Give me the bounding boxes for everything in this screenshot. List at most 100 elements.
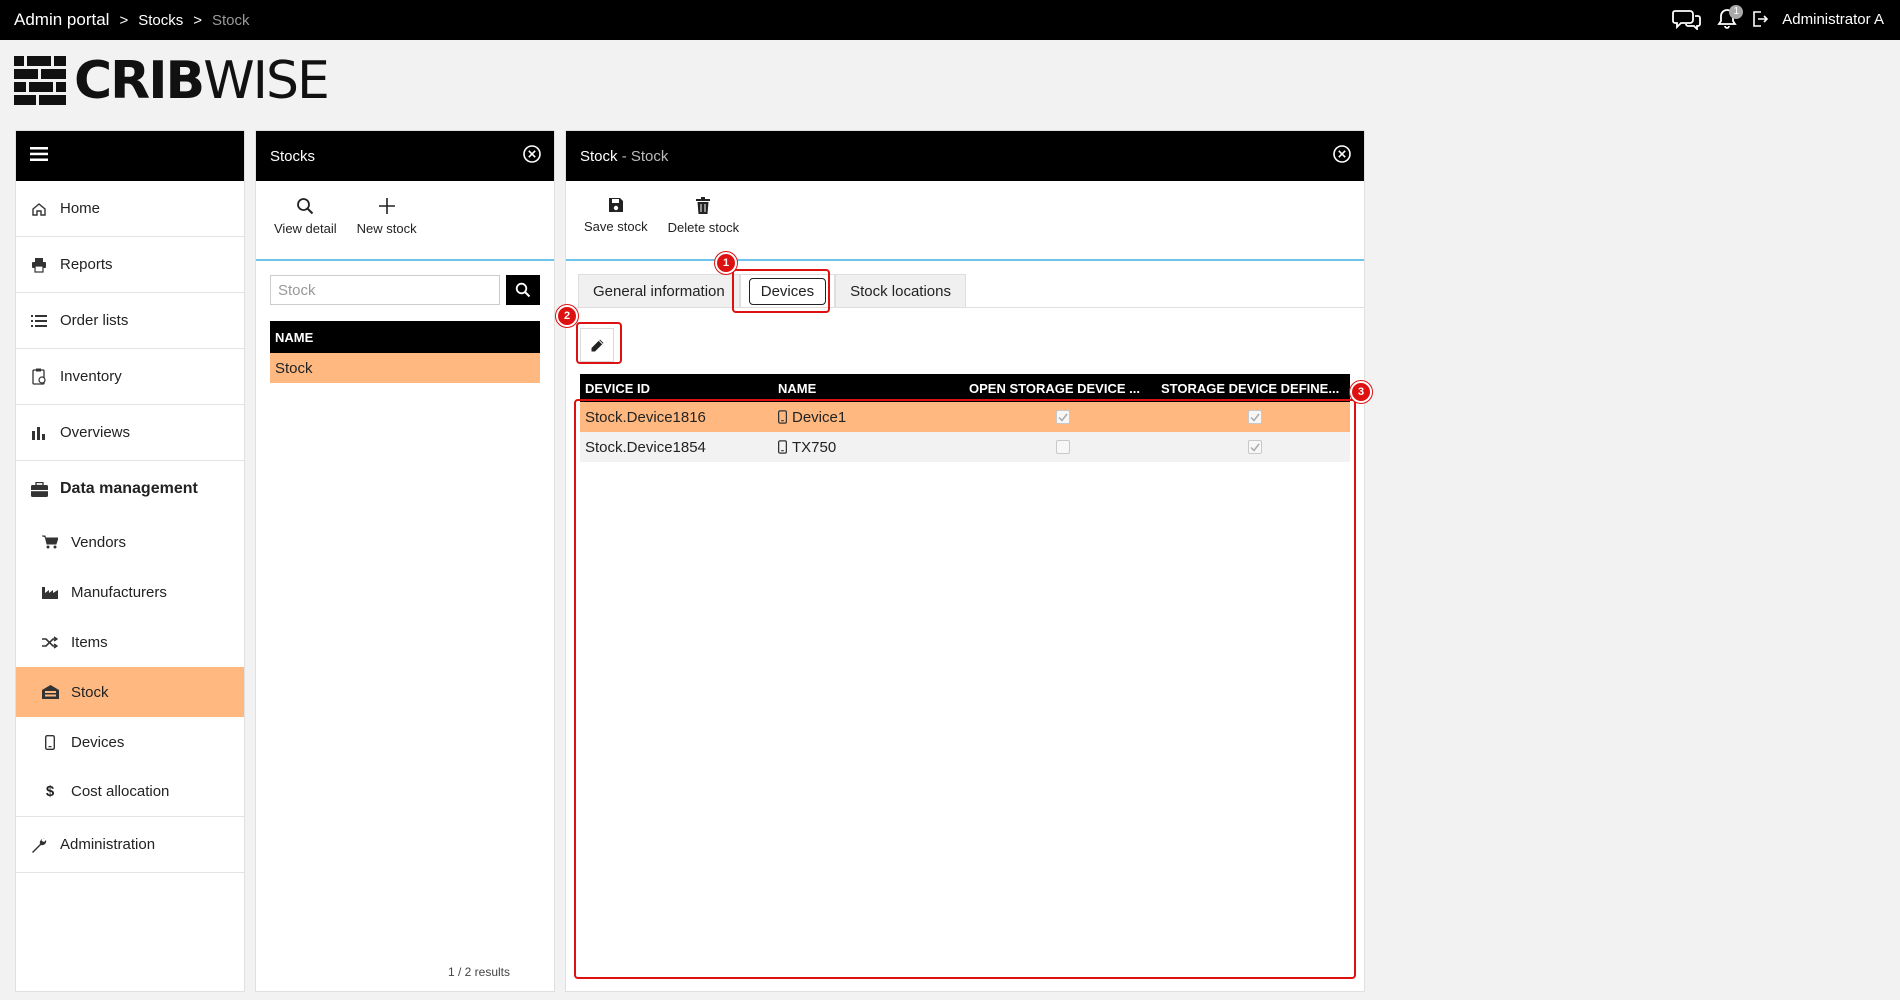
tab-devices[interactable]: Devices — [739, 274, 836, 308]
open-storage-cell — [966, 410, 1158, 424]
briefcase-icon — [30, 480, 48, 498]
close-icon[interactable] — [522, 144, 542, 168]
shuffle-icon — [41, 633, 59, 651]
breadcrumb-current: Stock — [211, 11, 250, 29]
hamburger-menu-icon[interactable] — [30, 146, 48, 166]
column-header-device-id[interactable]: DEVICE ID — [580, 381, 773, 396]
stocks-list: NAME Stock — [270, 321, 540, 383]
factory-icon — [41, 583, 59, 601]
logo-mark-icon — [14, 56, 66, 105]
view-detail-button[interactable]: View detail — [274, 197, 337, 236]
chat-icon[interactable] — [1672, 8, 1702, 30]
plus-icon — [378, 198, 395, 214]
sidebar-subitem-stock[interactable]: Stock — [16, 667, 244, 717]
grid-header: DEVICE ID NAME OPEN STORAGE DEVICE ... S… — [580, 374, 1350, 402]
device-name-cell: Device1 — [773, 409, 966, 426]
annotation-marker: 1 — [715, 252, 737, 274]
sidebar-header — [16, 131, 244, 181]
devices-grid: DEVICE ID NAME OPEN STORAGE DEVICE ... S… — [580, 374, 1350, 462]
annotation-marker: 3 — [1350, 381, 1372, 403]
stocks-panel-header: Stocks — [256, 131, 554, 181]
tab-general-information[interactable]: General information — [578, 274, 740, 308]
sidebar-subitem-label: Manufacturers — [71, 583, 167, 601]
notification-badge: 1 — [1729, 5, 1744, 19]
checkmark-icon — [1250, 413, 1260, 422]
search-input[interactable] — [270, 275, 500, 305]
stock-detail-panel: Stock - Stock Save stock Delete stock Ge… — [565, 130, 1365, 992]
printer-icon — [30, 256, 48, 274]
new-stock-button[interactable]: New stock — [357, 197, 417, 236]
sidebar-subitem-manufacturers[interactable]: Manufacturers — [16, 567, 244, 617]
checkmark-icon — [1250, 443, 1260, 452]
logout-icon[interactable] — [1752, 10, 1769, 28]
open-storage-checkbox[interactable] — [1056, 440, 1070, 454]
close-icon[interactable] — [1332, 144, 1352, 168]
sidebar-item-order-lists[interactable]: Order lists — [16, 293, 244, 349]
sidebar-subitem-devices[interactable]: Devices — [16, 717, 244, 767]
breadcrumb-separator: > — [193, 11, 202, 29]
results-count: 1 / 2 results — [447, 965, 510, 979]
sidebar-subitem-label: Cost allocation — [71, 783, 170, 800]
open-storage-cell — [966, 440, 1158, 454]
column-header-name[interactable]: NAME — [270, 321, 540, 353]
annotation-marker: 2 — [556, 305, 578, 327]
open-storage-checkbox[interactable] — [1056, 410, 1070, 424]
wrench-icon — [30, 836, 48, 854]
list-icon — [30, 312, 48, 330]
sidebar-item-home[interactable]: Home — [16, 181, 244, 237]
tabs: General information Devices Stock locati… — [578, 274, 966, 308]
column-header-storage-defined[interactable]: STORAGE DEVICE DEFINE... — [1158, 381, 1350, 396]
mobile-icon — [41, 733, 59, 751]
storage-defined-checkbox[interactable] — [1248, 410, 1262, 424]
table-row[interactable]: Stock.Device1816 Device1 — [580, 402, 1350, 432]
logo: CRIBWISE — [14, 51, 330, 111]
search-icon — [297, 198, 314, 215]
tab-stock-locations[interactable]: Stock locations — [835, 274, 966, 308]
sidebar-subitem-label: Vendors — [71, 533, 127, 551]
logo-wordmark: CRIBWISE — [74, 51, 330, 111]
column-header-name[interactable]: NAME — [773, 381, 966, 396]
storage-defined-cell — [1158, 410, 1350, 424]
mobile-icon — [778, 410, 787, 424]
sidebar-subitem-label: Devices — [71, 733, 125, 751]
sidebar-item-label: Home — [60, 200, 101, 217]
sidebar-item-label: Overviews — [60, 424, 131, 441]
sidebar-item-label: Data management — [60, 480, 198, 497]
user-name[interactable]: Administrator A — [1782, 11, 1884, 28]
checkmark-icon — [1058, 413, 1068, 422]
storage-defined-cell — [1158, 440, 1350, 454]
breadcrumb-admin-portal[interactable]: Admin portal — [14, 10, 109, 30]
panel-title: Stocks — [270, 147, 316, 165]
dollar-icon: $ — [45, 783, 55, 800]
sidebar-item-label: Order lists — [60, 312, 129, 329]
search-button[interactable] — [506, 275, 540, 305]
sidebar-item-data-management[interactable]: Data management — [16, 461, 244, 517]
device-name-cell: TX750 — [773, 439, 966, 456]
sidebar-item-overviews[interactable]: Overviews — [16, 405, 244, 461]
notification-bell-icon[interactable]: 1 — [1716, 5, 1744, 30]
breadcrumb-stocks[interactable]: Stocks — [138, 12, 183, 29]
save-stock-button[interactable]: Save stock — [584, 197, 648, 234]
home-icon — [30, 200, 48, 218]
view-detail-label: View detail — [274, 221, 337, 236]
sidebar-item-administration[interactable]: Administration — [16, 817, 244, 873]
sidebar-item-inventory[interactable]: Inventory — [16, 349, 244, 405]
sidebar-subitem-cost-allocation[interactable]: $ Cost allocation — [16, 767, 244, 817]
stocks-panel: Stocks View detail New stock NAME Stock … — [255, 130, 555, 992]
table-row[interactable]: Stock.Device1854 TX750 — [580, 432, 1350, 462]
sidebar-item-reports[interactable]: Reports — [16, 237, 244, 293]
floppy-disk-icon — [608, 198, 623, 212]
delete-stock-button[interactable]: Delete stock — [667, 197, 740, 235]
sidebar-subitem-items[interactable]: Items — [16, 617, 244, 667]
sidebar-subitem-vendors[interactable]: Vendors — [16, 517, 244, 567]
edit-button[interactable] — [580, 328, 614, 362]
cart-icon — [41, 533, 59, 551]
storage-defined-checkbox[interactable] — [1248, 440, 1262, 454]
list-item[interactable]: Stock — [270, 353, 540, 383]
column-header-open-storage[interactable]: OPEN STORAGE DEVICE ... — [966, 381, 1158, 396]
breadcrumb: Admin portal > Stocks > Stock — [14, 10, 250, 30]
sidebar-subitem-label: Stock — [71, 683, 109, 701]
sidebar-subitem-label: Items — [71, 633, 108, 651]
delete-stock-label: Delete stock — [667, 220, 740, 235]
tab-devices-label: Devices — [748, 277, 827, 305]
